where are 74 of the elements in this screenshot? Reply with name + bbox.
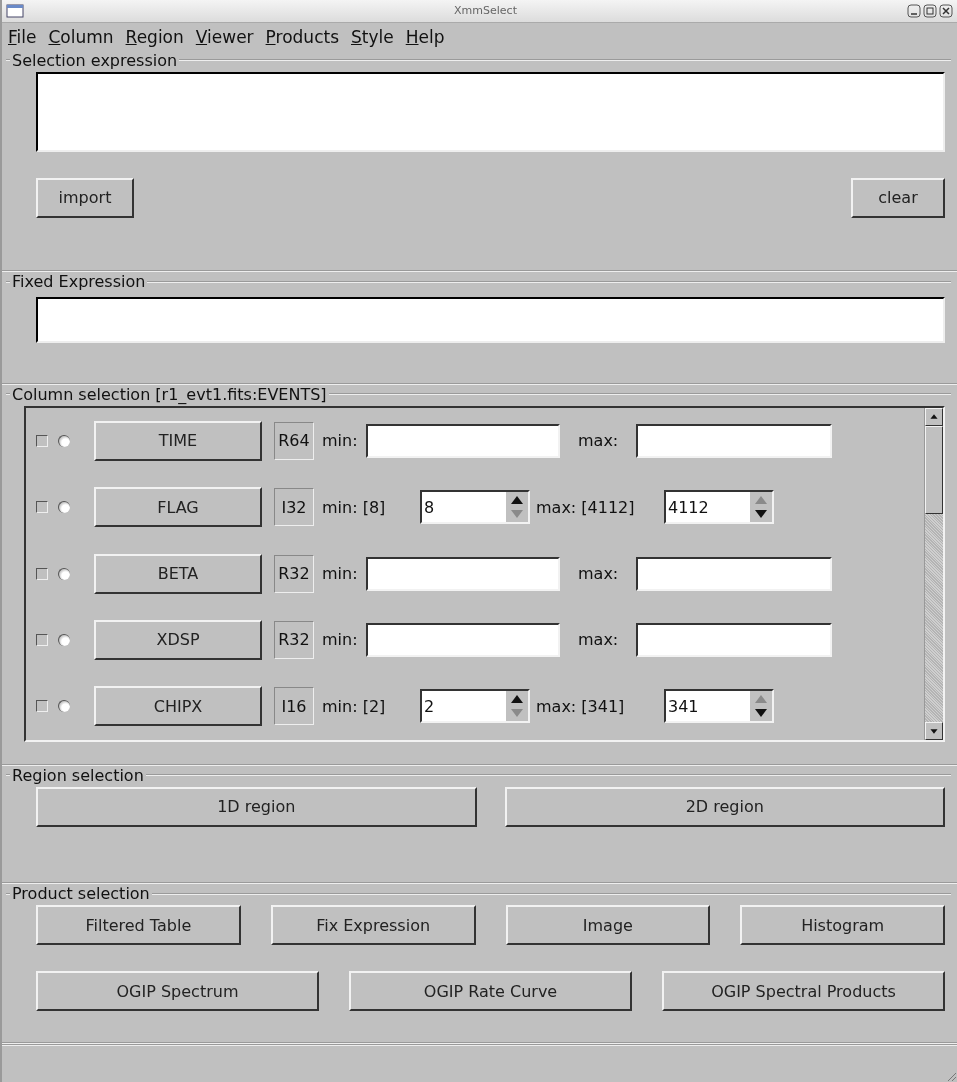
column-button[interactable]: CHIPX (94, 686, 262, 727)
min-label: min: (322, 630, 359, 650)
radio-button[interactable] (58, 567, 70, 580)
menu-item[interactable]: Products (265, 26, 339, 47)
min-field[interactable] (366, 423, 560, 458)
product-button[interactable]: OGIP Spectral Products (662, 971, 945, 1012)
checkbox[interactable] (36, 634, 48, 646)
min-label: min: [8] (322, 497, 387, 517)
checkbox[interactable] (36, 567, 48, 580)
min-label: min: (322, 431, 359, 451)
max-label: max: (578, 630, 620, 650)
menu-item[interactable]: Viewer (195, 26, 254, 47)
spin-field[interactable]: 4112 (664, 490, 774, 525)
product-button[interactable]: Image (505, 905, 711, 946)
type-label: R32 (274, 554, 314, 593)
max-field[interactable] (636, 623, 832, 657)
window-title: XmmSelect (453, 4, 517, 18)
menu-item[interactable]: Region (125, 26, 184, 47)
clear-button[interactable]: clear (851, 177, 945, 218)
scroll-up-icon[interactable] (925, 407, 943, 426)
min-field[interactable] (366, 623, 560, 657)
region-button[interactable]: 2D region (504, 786, 945, 827)
minimize-icon[interactable] (907, 3, 921, 18)
checkbox[interactable] (36, 700, 48, 713)
expression-field[interactable] (36, 71, 945, 152)
radio-button[interactable] (58, 634, 70, 646)
region-button[interactable]: 1D region (36, 786, 477, 827)
spin-field[interactable]: 341 (664, 689, 774, 724)
max-label: max: (578, 431, 620, 451)
group-title: Region selection (11, 765, 145, 785)
column-button[interactable]: FLAG (94, 487, 262, 528)
menu-item[interactable]: Help (405, 26, 445, 47)
resize-grip-icon[interactable] (945, 1070, 957, 1082)
max-label: max: (578, 564, 620, 584)
group-title: Selection expression (11, 50, 179, 70)
min-label: min: [2] (322, 696, 387, 716)
product-button[interactable]: Histogram (740, 905, 945, 946)
checkbox[interactable] (36, 434, 48, 447)
scrollbar[interactable] (924, 407, 943, 740)
type-label: R64 (274, 421, 314, 460)
type-label: I16 (274, 687, 314, 726)
max-field[interactable] (636, 556, 832, 591)
spin-field[interactable]: 8 (420, 490, 530, 525)
column-button[interactable]: XDSP (94, 620, 262, 660)
type-label: I32 (274, 488, 314, 527)
product-button[interactable]: Filtered Table (36, 905, 241, 946)
product-button[interactable]: Fix Expression (270, 905, 476, 946)
min-label: min: (322, 564, 359, 584)
product-button[interactable]: OGIP Spectrum (36, 971, 319, 1012)
menu-item[interactable]: File (8, 26, 37, 47)
window-icon[interactable] (6, 3, 24, 18)
group-title: Column selection [r1_evt1.fits:EVENTS] (11, 384, 328, 404)
min-field[interactable] (366, 556, 560, 591)
group-title: Product selection (11, 884, 151, 904)
column-button[interactable]: BETA (94, 553, 262, 594)
fixed-expression-field[interactable] (36, 297, 945, 343)
checkbox[interactable] (36, 501, 48, 514)
type-label: R32 (274, 621, 314, 659)
group-title: Fixed Expression (11, 272, 147, 291)
max-label: max: [4112] (536, 497, 636, 517)
column-button[interactable]: TIME (94, 420, 262, 461)
menu-item[interactable]: Column (48, 26, 114, 47)
product-button[interactable]: OGIP Rate Curve (349, 971, 632, 1012)
radio-button[interactable] (58, 700, 70, 713)
maximize-icon[interactable] (923, 3, 937, 18)
max-label: max: [341] (536, 696, 626, 716)
max-field[interactable] (636, 423, 832, 458)
radio-button[interactable] (58, 434, 70, 447)
import-button[interactable]: import (36, 177, 134, 218)
radio-button[interactable] (58, 501, 70, 514)
spin-field[interactable]: 2 (420, 689, 530, 724)
menu-item[interactable]: Style (351, 26, 394, 47)
scroll-thumb[interactable] (925, 425, 943, 514)
close-icon[interactable] (939, 3, 953, 18)
